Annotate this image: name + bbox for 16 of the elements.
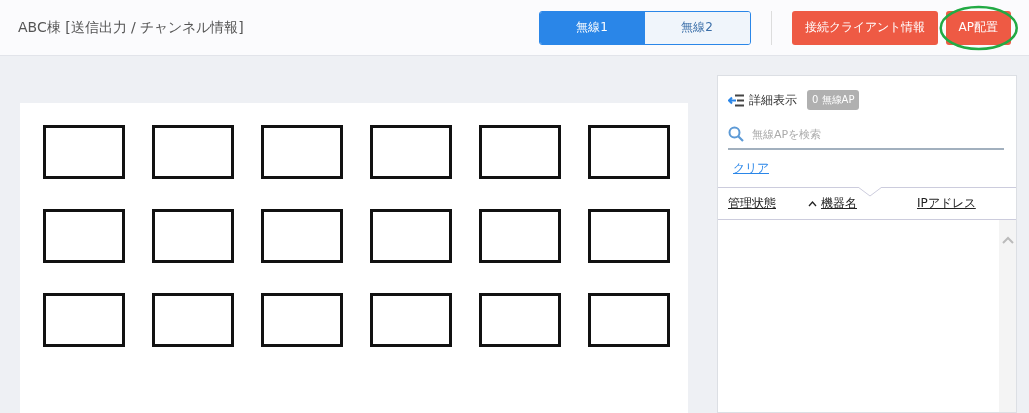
radio-tab[interactable]: 無線2	[644, 11, 750, 44]
column-header[interactable]: IPアドレス	[917, 195, 976, 212]
page-title: ABC棟 [送信出力 / チャンネル情報]	[18, 18, 245, 37]
detail-toggle[interactable]: 詳細表示	[728, 91, 797, 109]
search-field[interactable]: 無線APを検索	[750, 126, 1004, 142]
column-header[interactable]: 機器名	[808, 195, 857, 212]
clear-link[interactable]: クリア	[733, 160, 769, 177]
collapse-list-icon	[728, 93, 745, 107]
count-badge: 0 無線AP	[807, 90, 860, 110]
scrollbar[interactable]	[999, 220, 1016, 412]
action-button[interactable]: AP配置	[945, 10, 1011, 45]
scroll-up-icon[interactable]	[1001, 236, 1014, 244]
radio-tab[interactable]: 無線1	[539, 11, 645, 44]
action-button[interactable]: 接続クライアント情報	[791, 10, 938, 45]
search-icon	[728, 126, 744, 142]
column-header[interactable]: 管理状態	[728, 195, 776, 212]
